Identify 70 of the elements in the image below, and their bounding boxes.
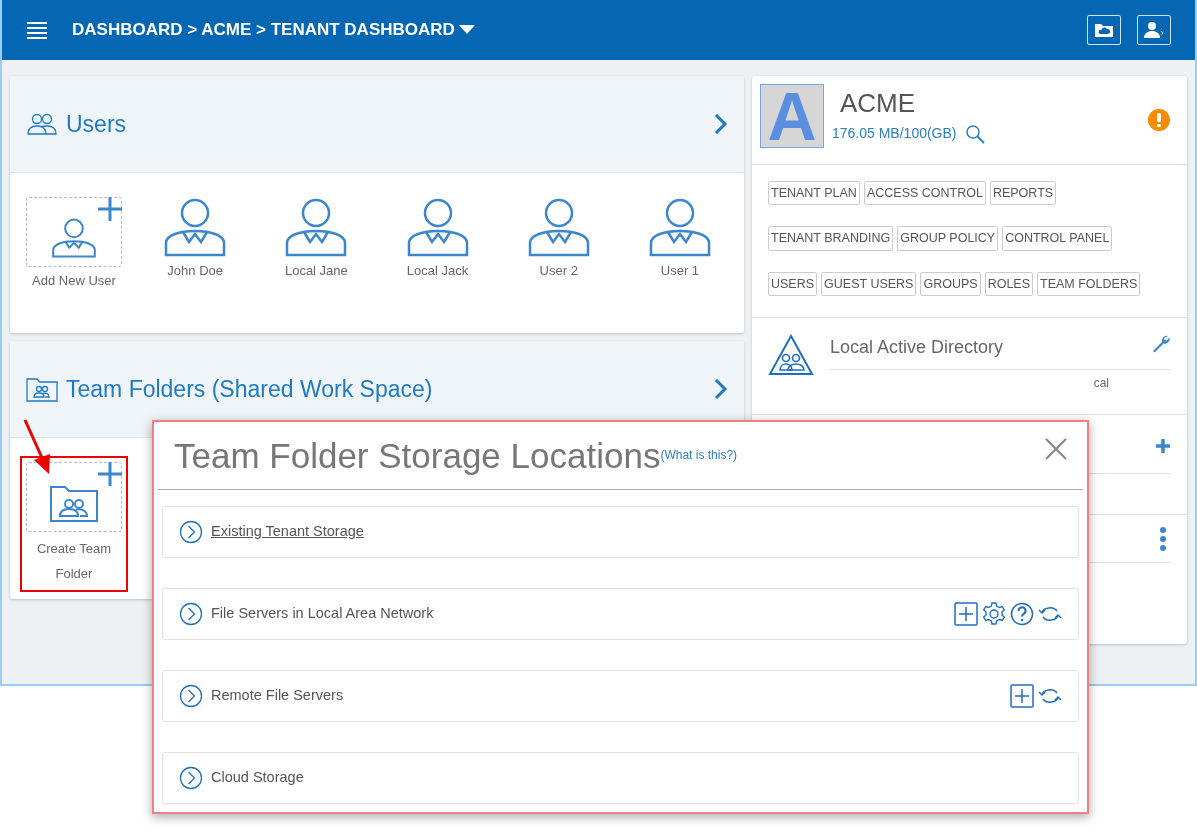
folder-cloud-button[interactable] bbox=[1087, 15, 1121, 45]
item-label: Local Jane bbox=[284, 262, 348, 280]
storage-location-label: File Servers in Local Area Network bbox=[211, 604, 434, 624]
item-label: User 2 bbox=[539, 262, 578, 280]
user-avatar-icon[interactable] bbox=[405, 197, 470, 257]
help-link[interactable]: (What is this?) bbox=[660, 446, 738, 464]
menu-icon[interactable] bbox=[26, 21, 48, 39]
plus-icon bbox=[97, 461, 123, 487]
tenant-menu-button[interactable]: ACCESS CONTROL bbox=[863, 181, 986, 206]
breadcrumb[interactable]: DASHBOARD > ACME > TENANT DASHBOARD bbox=[72, 17, 455, 43]
tenant-menu-button[interactable]: CONTROL PANEL bbox=[1002, 226, 1113, 251]
tenant-menu-button[interactable]: TENANT BRANDING bbox=[768, 226, 894, 251]
folder-cloud-icon bbox=[1094, 22, 1114, 38]
user-avatar-icon[interactable] bbox=[647, 197, 712, 257]
item-label: John Doe bbox=[167, 262, 223, 280]
tenant-menu-button[interactable]: GROUPS bbox=[920, 271, 981, 296]
add-icon[interactable] bbox=[954, 602, 978, 626]
storage-location-row[interactable]: File Servers in Local Area Network bbox=[162, 588, 1079, 640]
tenant-menu-button[interactable]: REPORTS bbox=[989, 181, 1057, 206]
storage-location-row[interactable]: Remote File Servers bbox=[162, 670, 1079, 722]
add-button[interactable] bbox=[26, 197, 122, 267]
user-menu-button[interactable] bbox=[1137, 15, 1171, 45]
tenant-name: ACME bbox=[840, 87, 917, 120]
tenant-logo: A bbox=[760, 84, 824, 148]
dropdown-caret-icon[interactable] bbox=[458, 25, 475, 35]
storage-location-row[interactable]: Existing Tenant Storage bbox=[162, 506, 1079, 558]
search-icon[interactable] bbox=[964, 123, 985, 144]
expand-icon[interactable] bbox=[179, 766, 203, 790]
expand-icon[interactable] bbox=[179, 520, 203, 544]
item-label: Add New User bbox=[32, 272, 116, 290]
item-label: User 1 bbox=[660, 262, 700, 280]
storage-location-label: Cloud Storage bbox=[211, 768, 304, 788]
wrench-icon[interactable] bbox=[1151, 334, 1171, 354]
user-avatar-icon[interactable] bbox=[284, 197, 349, 257]
team-folder-icon bbox=[26, 376, 58, 402]
tenant-menu-button[interactable]: GROUP POLICY bbox=[897, 226, 999, 251]
tenant-menu-button[interactable]: TEAM FOLDERS bbox=[1037, 271, 1141, 296]
storage-quota[interactable]: 176.05 MB/100(GB) bbox=[832, 123, 957, 144]
tenant-menu-button[interactable]: USERS bbox=[768, 271, 818, 296]
add-icon[interactable] bbox=[1010, 684, 1034, 708]
more-options-icon[interactable] bbox=[1159, 526, 1167, 551]
panel-title: Team Folders (Shared Work Space) bbox=[66, 374, 433, 404]
storage-location-row[interactable]: Cloud Storage bbox=[162, 752, 1079, 804]
directory-detail: cal bbox=[1093, 375, 1109, 392]
tenant-menu-button[interactable]: TENANT PLAN bbox=[768, 181, 860, 206]
user-icon bbox=[1143, 21, 1165, 39]
team-folder-icon bbox=[49, 483, 99, 523]
plus-icon[interactable] bbox=[1155, 437, 1171, 454]
settings-icon[interactable] bbox=[982, 602, 1006, 626]
plus-icon bbox=[97, 196, 123, 222]
expand-icon[interactable] bbox=[179, 602, 203, 626]
dialog-title: Team Folder Storage Locations bbox=[174, 435, 661, 477]
panel-title: Users bbox=[66, 109, 127, 139]
tenant-menu-button[interactable]: ROLES bbox=[984, 271, 1034, 296]
chevron-right-icon[interactable] bbox=[714, 378, 728, 400]
directory-title: Local Active Directory bbox=[830, 336, 1004, 359]
expand-icon[interactable] bbox=[179, 684, 203, 708]
item-label: Local Jack bbox=[406, 262, 469, 280]
close-icon[interactable] bbox=[1045, 438, 1067, 460]
help-icon[interactable] bbox=[1010, 602, 1034, 626]
warning-icon[interactable] bbox=[1147, 108, 1171, 132]
item-label: Create Team Folder bbox=[35, 540, 113, 583]
tenant-menu-button[interactable]: GUEST USERS bbox=[821, 271, 917, 296]
directory-icon bbox=[768, 334, 814, 376]
users-icon bbox=[26, 112, 58, 136]
storage-location-link[interactable]: Existing Tenant Storage bbox=[211, 521, 364, 543]
user-avatar-icon[interactable] bbox=[163, 197, 228, 257]
chevron-right-icon[interactable] bbox=[714, 113, 728, 135]
storage-location-label: Remote File Servers bbox=[211, 686, 344, 706]
user-avatar-icon[interactable] bbox=[526, 197, 591, 257]
